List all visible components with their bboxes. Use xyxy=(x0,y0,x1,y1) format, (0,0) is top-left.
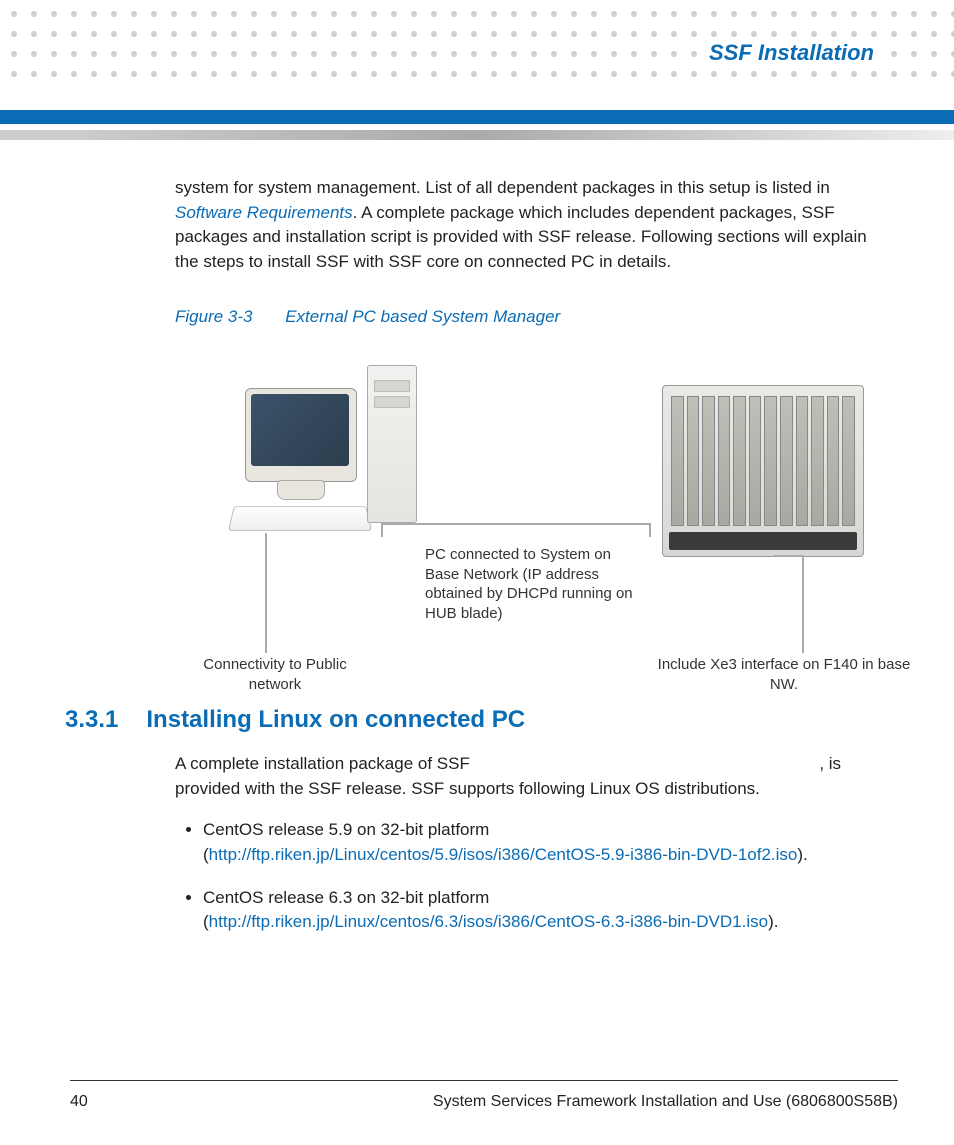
distro-1-after: ). xyxy=(768,912,778,931)
leader-line-xe3 xyxy=(802,555,804,653)
connection-stub-right xyxy=(649,523,651,537)
list-item: CentOS release 5.9 on 32-bit platform (h… xyxy=(203,818,884,867)
figure-number: Figure 3-3 xyxy=(175,307,252,326)
section-title: Installing Linux on connected PC xyxy=(146,703,525,738)
chassis-icon xyxy=(662,385,864,557)
distro-1-url-link[interactable]: http://ftp.riken.jp/Linux/centos/6.3/iso… xyxy=(209,912,768,931)
distro-list: CentOS release 5.9 on 32-bit platform (h… xyxy=(175,818,884,935)
connection-stub-left xyxy=(381,523,383,537)
pc-tower-icon xyxy=(367,365,417,523)
connection-line xyxy=(381,523,651,525)
page-number: 40 xyxy=(70,1093,88,1111)
distro-0-url-link[interactable]: http://ftp.riken.jp/Linux/centos/5.9/iso… xyxy=(209,845,798,864)
distro-0-after: ). xyxy=(797,845,807,864)
pc-screen-icon xyxy=(251,394,349,466)
footer-rule xyxy=(70,1080,898,1081)
section-para-before: A complete installation package of SSF xyxy=(175,754,470,773)
intro-text-before: system for system management. List of al… xyxy=(175,178,830,197)
pc-stand-icon xyxy=(277,480,325,500)
header-blue-bar xyxy=(0,110,954,124)
intro-paragraph: system for system management. List of al… xyxy=(175,176,884,275)
decorative-dotted-header: SSF Installation xyxy=(0,0,954,82)
header-gray-bar xyxy=(0,130,954,140)
section-intro-paragraph: A complete installation package of SSF ,… xyxy=(175,752,884,801)
leader-line-connectivity xyxy=(265,533,267,653)
page-header-title: SSF Installation xyxy=(703,40,880,66)
figure-caption: Figure 3-3 External PC based System Mana… xyxy=(175,305,884,330)
software-requirements-link[interactable]: Software Requirements xyxy=(175,203,353,222)
figure-label-connectivity: Connectivity to Public network xyxy=(175,655,375,694)
list-item: CentOS release 6.3 on 32-bit platform (h… xyxy=(203,886,884,935)
figure-label-xe3: Include Xe3 interface on F140 in base NW… xyxy=(654,655,914,694)
document-title-footer: System Services Framework Installation a… xyxy=(433,1093,898,1111)
figure-3-3-diagram: PC connected to System on Base Network (… xyxy=(145,353,924,683)
keyboard-icon xyxy=(228,506,372,531)
section-number: 3.3.1 xyxy=(65,703,118,738)
page-footer: 40 System Services Framework Installatio… xyxy=(70,1093,898,1111)
figure-label-pc-network: PC connected to System on Base Network (… xyxy=(425,545,645,623)
figure-title: External PC based System Manager xyxy=(285,307,560,326)
section-heading-row: 3.3.1 Installing Linux on connected PC xyxy=(65,703,884,738)
leader-line-xe3-h xyxy=(774,555,804,557)
